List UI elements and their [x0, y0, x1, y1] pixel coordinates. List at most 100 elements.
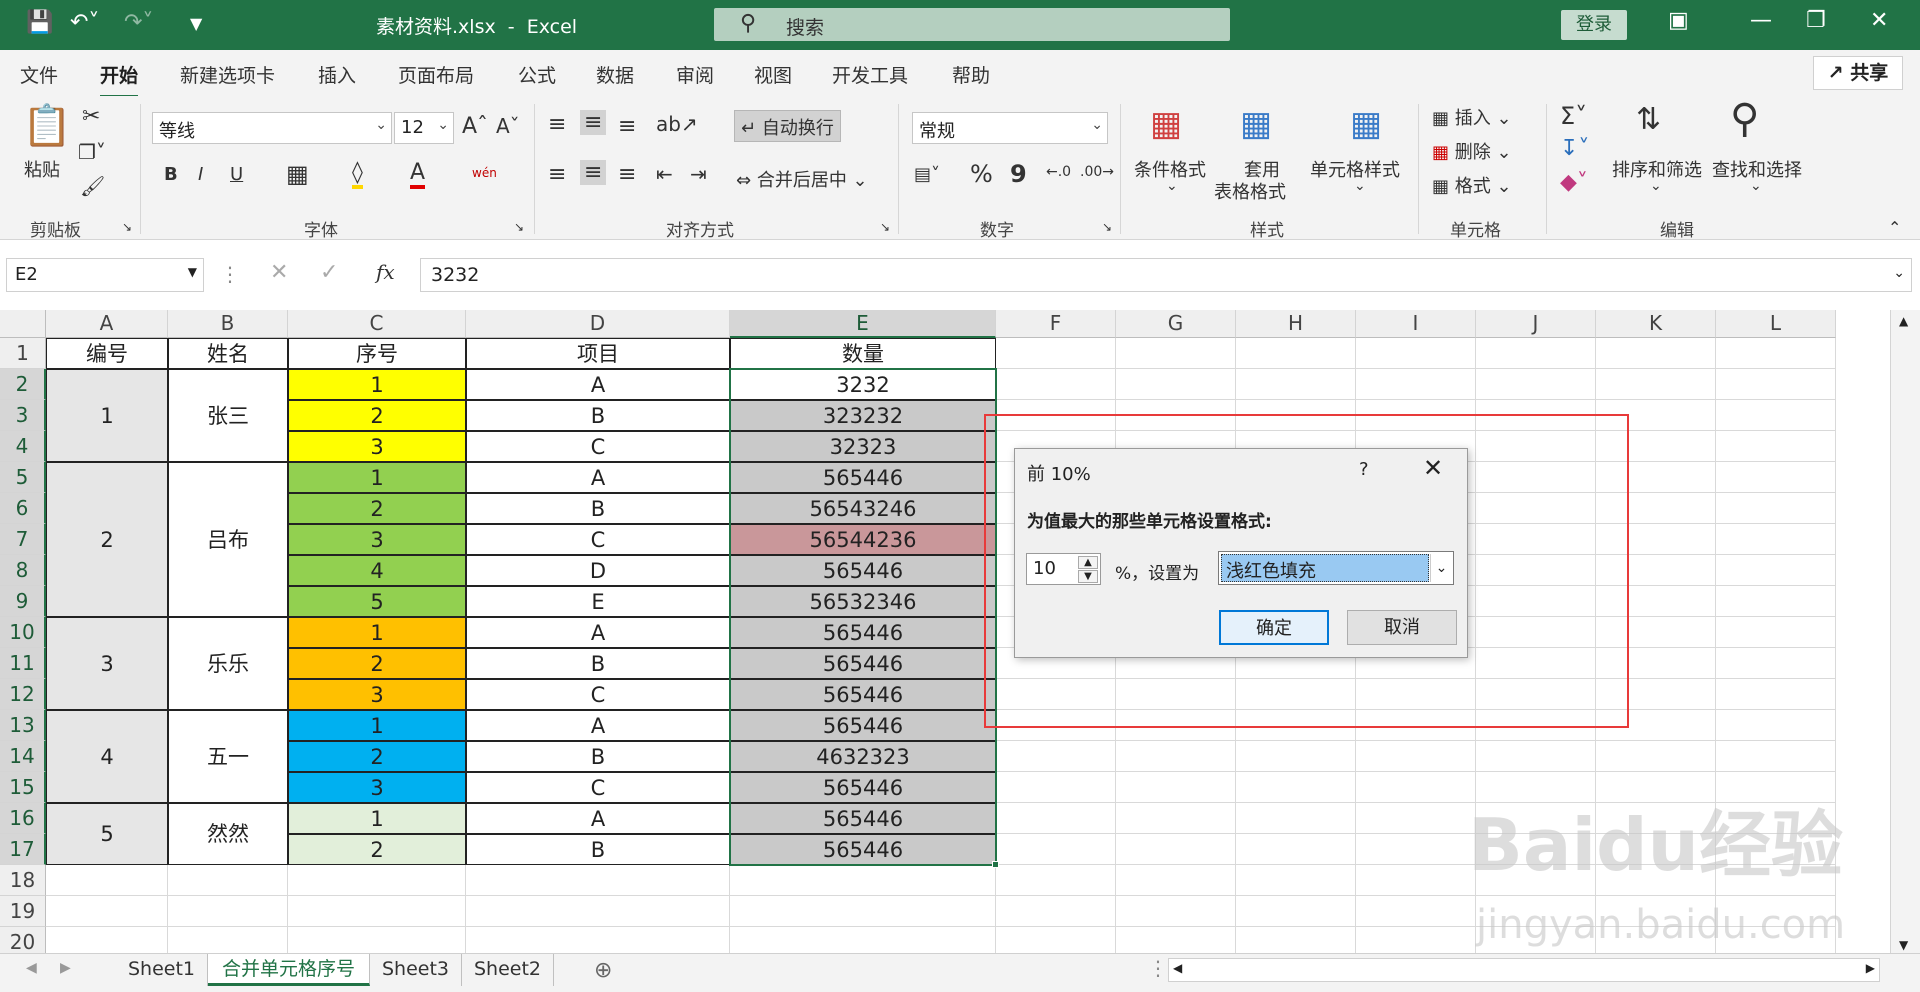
- row-header[interactable]: 18: [0, 865, 46, 896]
- cell[interactable]: [996, 772, 1116, 803]
- tab-view[interactable]: 视图: [754, 61, 792, 88]
- chevron-down-icon[interactable]: ⌄: [1430, 554, 1452, 582]
- cell[interactable]: [1716, 524, 1836, 555]
- cell[interactable]: [1116, 369, 1236, 400]
- merged-id-cell[interactable]: 1: [46, 369, 168, 462]
- qty-cell[interactable]: 4632323: [730, 741, 996, 772]
- align-middle-icon[interactable]: ≡: [580, 110, 607, 135]
- horizontal-scrollbar[interactable]: ◀ ▶: [1168, 958, 1880, 982]
- cell[interactable]: [46, 865, 168, 896]
- header-cell[interactable]: 项目: [466, 338, 730, 369]
- conditional-format-icon[interactable]: ▦: [1150, 104, 1182, 144]
- row-header[interactable]: 1: [0, 338, 46, 369]
- cell[interactable]: [1596, 369, 1716, 400]
- column-header[interactable]: K: [1596, 310, 1716, 338]
- cell[interactable]: [730, 896, 996, 927]
- phonetic-icon[interactable]: wén: [472, 166, 497, 180]
- cell[interactable]: [466, 865, 730, 896]
- column-header[interactable]: F: [996, 310, 1116, 338]
- row-header[interactable]: 9: [0, 586, 46, 617]
- align-bottom-icon[interactable]: ≡: [618, 114, 636, 139]
- tab-new[interactable]: 新建选项卡: [180, 61, 275, 88]
- qty-cell[interactable]: 56544236: [730, 524, 996, 555]
- seq-cell[interactable]: 3: [288, 431, 466, 462]
- autosum-icon[interactable]: Σ˅: [1560, 102, 1587, 130]
- scroll-up-icon[interactable]: ▲: [1899, 314, 1908, 328]
- fill-color-icon[interactable]: ◊: [352, 160, 363, 189]
- cell[interactable]: [1236, 741, 1356, 772]
- row-header[interactable]: 3: [0, 400, 46, 431]
- qty-cell[interactable]: 565446: [730, 710, 996, 741]
- header-cell[interactable]: 编号: [46, 338, 168, 369]
- bold-button[interactable]: B: [164, 164, 178, 185]
- percent-spinner[interactable]: 10 ▲ ▼: [1026, 553, 1101, 585]
- item-cell[interactable]: C: [466, 679, 730, 710]
- cell[interactable]: [1716, 431, 1836, 462]
- cell[interactable]: [1356, 369, 1476, 400]
- cell[interactable]: [996, 927, 1116, 956]
- seq-cell[interactable]: 4: [288, 555, 466, 586]
- item-cell[interactable]: C: [466, 431, 730, 462]
- qty-cell[interactable]: 323232: [730, 400, 996, 431]
- cell[interactable]: [1356, 803, 1476, 834]
- cell[interactable]: [1476, 741, 1596, 772]
- cell[interactable]: [1476, 338, 1596, 369]
- cell[interactable]: [1716, 648, 1836, 679]
- row-header[interactable]: 15: [0, 772, 46, 803]
- tab-formulas[interactable]: 公式: [518, 61, 556, 88]
- cell[interactable]: [1116, 927, 1236, 956]
- cell[interactable]: [1236, 865, 1356, 896]
- number-format-combo[interactable]: 常规 ⌄: [912, 112, 1108, 144]
- seq-cell[interactable]: 1: [288, 710, 466, 741]
- merged-name-cell[interactable]: 五一: [168, 710, 288, 803]
- row-header[interactable]: 8: [0, 555, 46, 586]
- formula-input[interactable]: 3232 ⌄: [420, 258, 1912, 292]
- format-select[interactable]: 浅红色填充 ⌄: [1218, 551, 1454, 585]
- column-header[interactable]: E: [730, 310, 996, 338]
- cell[interactable]: [1356, 927, 1476, 956]
- minimize-icon[interactable]: —: [1750, 8, 1772, 33]
- vertical-scrollbar[interactable]: ▲ ▼: [1890, 310, 1920, 956]
- cell[interactable]: [168, 865, 288, 896]
- tab-insert[interactable]: 插入: [318, 61, 356, 88]
- row-header[interactable]: 20: [0, 927, 46, 956]
- row-header[interactable]: 11: [0, 648, 46, 679]
- seq-cell[interactable]: 3: [288, 524, 466, 555]
- seq-cell[interactable]: 3: [288, 679, 466, 710]
- paste-button[interactable]: 粘贴: [24, 156, 60, 182]
- cell[interactable]: [168, 927, 288, 956]
- format-cells-button[interactable]: ▦ 格式 ⌄: [1432, 172, 1512, 198]
- save-icon[interactable]: 💾: [26, 10, 53, 35]
- tab-review[interactable]: 审阅: [676, 61, 714, 88]
- fill-icon[interactable]: ↧˅: [1560, 136, 1589, 161]
- header-cell[interactable]: 数量: [730, 338, 996, 369]
- share-button[interactable]: ↗ 共享: [1813, 56, 1903, 90]
- row-header[interactable]: 2: [0, 369, 46, 400]
- cell[interactable]: [1356, 865, 1476, 896]
- scroll-left-icon[interactable]: ◀: [1173, 961, 1182, 975]
- tab-page-layout[interactable]: 页面布局: [398, 61, 474, 88]
- item-cell[interactable]: B: [466, 648, 730, 679]
- cell[interactable]: [288, 896, 466, 927]
- prev-sheet-icon[interactable]: ◀: [26, 960, 37, 976]
- qty-cell[interactable]: 565446: [730, 803, 996, 834]
- confirm-entry-icon[interactable]: ✓: [320, 260, 338, 285]
- row-header[interactable]: 10: [0, 617, 46, 648]
- redo-icon[interactable]: ↷˅: [124, 10, 153, 35]
- font-size-combo[interactable]: 12 ⌄: [394, 112, 454, 144]
- cell[interactable]: [996, 338, 1116, 369]
- increase-indent-icon[interactable]: ⇥: [690, 162, 707, 186]
- format-table-label[interactable]: 表格格式: [1214, 178, 1286, 204]
- seq-cell[interactable]: 1: [288, 617, 466, 648]
- search-box[interactable]: ⚲ 搜索: [714, 8, 1230, 41]
- next-sheet-icon[interactable]: ▶: [60, 960, 71, 976]
- cell[interactable]: [1236, 338, 1356, 369]
- delete-cells-button[interactable]: ▦ 删除 ⌄: [1432, 138, 1512, 164]
- column-header[interactable]: C: [288, 310, 466, 338]
- decrease-decimal-icon[interactable]: .00→: [1080, 164, 1114, 180]
- column-header[interactable]: B: [168, 310, 288, 338]
- cell[interactable]: [1356, 338, 1476, 369]
- merged-name-cell[interactable]: 乐乐: [168, 617, 288, 710]
- cell[interactable]: [1596, 741, 1716, 772]
- cell-styles-icon[interactable]: ▦: [1350, 104, 1382, 144]
